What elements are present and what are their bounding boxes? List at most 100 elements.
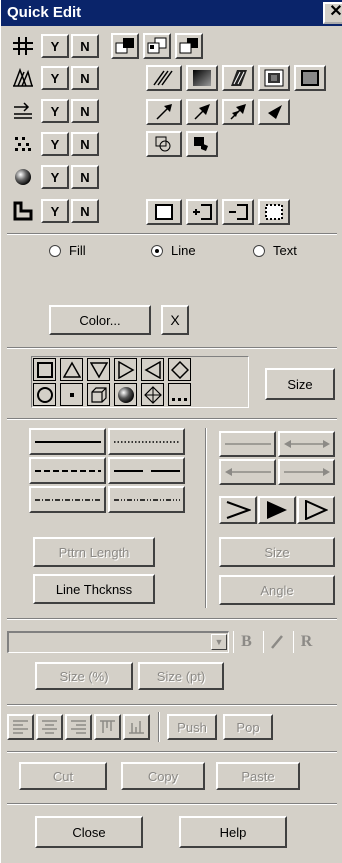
- shape-more[interactable]: [168, 383, 191, 406]
- arrow-size-button[interactable]: Size: [219, 537, 335, 567]
- texture-fill-button[interactable]: [258, 65, 290, 91]
- align-right-button[interactable]: [65, 714, 92, 740]
- hatch-lines-icon: [153, 70, 173, 86]
- paste-button[interactable]: Paste: [216, 762, 300, 790]
- arrowhead-open-button[interactable]: [219, 496, 257, 524]
- italic-button[interactable]: I: [263, 631, 289, 653]
- triangle-down-icon: [89, 361, 108, 379]
- box-outline-button[interactable]: [146, 199, 182, 225]
- radio-fill[interactable]: Fill: [49, 243, 86, 258]
- align-top-button[interactable]: [94, 714, 121, 740]
- line-long-dash-button[interactable]: [108, 457, 185, 484]
- push-button[interactable]: Push: [167, 714, 217, 740]
- send-to-back-icon: [179, 38, 198, 54]
- size-point-button[interactable]: Size (pt): [138, 662, 224, 690]
- title-bar[interactable]: Quick Edit ✕: [1, 0, 342, 26]
- shape-triangle-left[interactable]: [141, 358, 164, 381]
- sphere-yes-button[interactable]: Y: [41, 165, 69, 189]
- snap-no-button[interactable]: N: [71, 132, 99, 156]
- align-top-icon: [100, 720, 115, 733]
- color-button[interactable]: Color...: [49, 305, 151, 335]
- corner-no-button[interactable]: N: [71, 199, 99, 223]
- pattern-fill-button[interactable]: [222, 65, 254, 91]
- hatch-pattern-button[interactable]: [146, 65, 182, 91]
- arrow-angle-button[interactable]: Angle: [219, 575, 335, 605]
- crosshair-diamond-icon: [143, 385, 162, 404]
- arrowhead-style-1-button[interactable]: [146, 99, 182, 125]
- arrow-left-icon: [224, 468, 271, 476]
- regular-button[interactable]: R: [293, 631, 319, 653]
- play-outline-icon: [305, 500, 328, 520]
- pattern-length-button[interactable]: Pttrn Length: [33, 537, 155, 567]
- shape-cube[interactable]: [87, 383, 110, 406]
- arrow-right-icon: [283, 468, 330, 476]
- bring-to-front-button[interactable]: [111, 33, 139, 59]
- line-dash-dot-icon: [34, 498, 101, 501]
- shape-diamond[interactable]: [168, 358, 191, 381]
- shade-fill-button[interactable]: [294, 65, 326, 91]
- box-shrink-icon: [229, 204, 248, 220]
- shape-dot[interactable]: [60, 383, 83, 406]
- shape-circle[interactable]: [33, 383, 56, 406]
- corner-yes-button[interactable]: Y: [41, 199, 69, 223]
- grid-no-button[interactable]: N: [71, 34, 99, 58]
- arrowhead-style-2-button[interactable]: [186, 99, 218, 125]
- hatch-no-button[interactable]: N: [71, 66, 99, 90]
- shape-crosshair[interactable]: [141, 383, 164, 406]
- shape-triangle-right[interactable]: [114, 358, 137, 381]
- arrowhead-style-3-button[interactable]: [222, 99, 254, 125]
- font-combobox[interactable]: ▼: [7, 631, 229, 653]
- gradient-fill-button[interactable]: [186, 65, 218, 91]
- combine-shapes-button[interactable]: [146, 131, 182, 157]
- line-dotted-button[interactable]: [108, 428, 185, 455]
- chevron-down-icon[interactable]: ▼: [211, 634, 227, 650]
- line-dash-dot-dot-button[interactable]: [108, 486, 185, 513]
- pop-button[interactable]: Pop: [223, 714, 273, 740]
- align-left-button[interactable]: [7, 714, 34, 740]
- line-thickness-button[interactable]: Line Thcknss: [33, 574, 155, 604]
- line-start-arrow-button[interactable]: [219, 459, 276, 485]
- line-both-arrows-button[interactable]: [278, 431, 335, 457]
- intersect-shapes-button[interactable]: [186, 131, 218, 157]
- separator: [7, 803, 337, 805]
- sphere-icon: [11, 166, 35, 188]
- align-center-button[interactable]: [36, 714, 63, 740]
- copy-button[interactable]: Copy: [121, 762, 205, 790]
- line-dash-dot-button[interactable]: [29, 486, 106, 513]
- line-dashed-button[interactable]: [29, 457, 106, 484]
- send-backward-button[interactable]: [143, 33, 171, 59]
- box-dashed-button[interactable]: [258, 199, 290, 225]
- shape-sphere[interactable]: [114, 383, 137, 406]
- size-percent-button[interactable]: Size (%): [35, 662, 133, 690]
- close-button[interactable]: Close: [35, 816, 143, 848]
- clear-color-button[interactable]: X: [161, 305, 189, 335]
- radio-line[interactable]: Line: [151, 243, 196, 258]
- sphere-no-button[interactable]: N: [71, 165, 99, 189]
- box-shrink-button[interactable]: [222, 199, 254, 225]
- box-expand-button[interactable]: [186, 199, 218, 225]
- shape-size-button[interactable]: Size: [265, 368, 335, 400]
- align-bottom-button[interactable]: [123, 714, 150, 740]
- shape-triangle-down[interactable]: [87, 358, 110, 381]
- arrow-yes-button[interactable]: Y: [41, 99, 69, 123]
- radio-text[interactable]: Text: [253, 243, 297, 258]
- shape-triangle-up[interactable]: [60, 358, 83, 381]
- arrowhead-filled-button[interactable]: [258, 496, 296, 524]
- line-solid-button[interactable]: [29, 428, 106, 455]
- snap-yes-button[interactable]: Y: [41, 132, 69, 156]
- help-button[interactable]: Help: [179, 816, 287, 848]
- arrow-no-button[interactable]: N: [71, 99, 99, 123]
- line-no-arrow-button[interactable]: [219, 431, 276, 457]
- shape-square[interactable]: [33, 358, 56, 381]
- grid-yes-button[interactable]: Y: [41, 34, 69, 58]
- bold-button[interactable]: B: [233, 631, 259, 653]
- hatch-yes-button[interactable]: Y: [41, 66, 69, 90]
- snap-points-icon: [11, 133, 35, 155]
- line-dash-dot-dot-icon: [113, 498, 180, 501]
- window-close-button[interactable]: ✕: [323, 2, 342, 24]
- cut-button[interactable]: Cut: [19, 762, 107, 790]
- arrowhead-outline-button[interactable]: [297, 496, 335, 524]
- arrowhead-style-4-button[interactable]: [258, 99, 290, 125]
- line-end-arrow-button[interactable]: [278, 459, 335, 485]
- send-to-back-button[interactable]: [175, 33, 203, 59]
